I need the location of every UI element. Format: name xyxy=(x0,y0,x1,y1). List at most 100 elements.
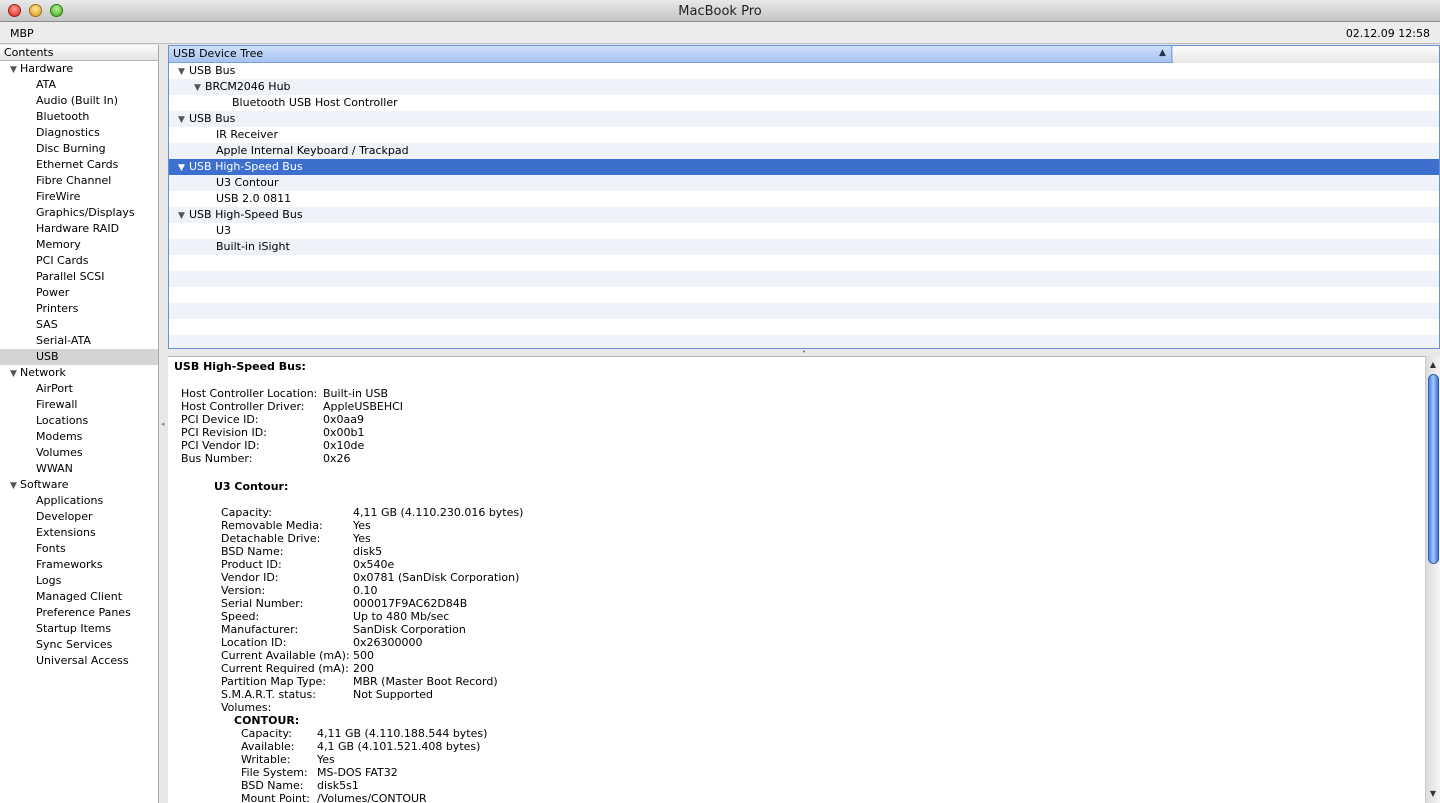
sidebar-item[interactable]: Developer xyxy=(0,509,158,525)
sidebar-item[interactable]: Parallel SCSI xyxy=(0,269,158,285)
sidebar-item[interactable]: Memory xyxy=(0,237,158,253)
tree-row[interactable]: ▼ BRCM2046 Hub xyxy=(169,79,1439,95)
sidebar-item[interactable]: Diagnostics xyxy=(0,125,158,141)
sidebar-item[interactable]: Fibre Channel xyxy=(0,173,158,189)
property-row: BSD Name: disk5s1 xyxy=(241,779,841,792)
disclosure-triangle-icon[interactable]: ▼ xyxy=(10,478,20,494)
disclosure-triangle-icon[interactable]: ▼ xyxy=(10,366,20,382)
detail-scrollbar[interactable]: ▲ ▼ xyxy=(1425,356,1440,803)
tree-row[interactable]: IR Receiver xyxy=(169,127,1439,143)
tree-row-label: USB Bus xyxy=(189,112,236,125)
sidebar-item[interactable]: Bluetooth xyxy=(0,109,158,125)
sidebar-item[interactable]: WWAN xyxy=(0,461,158,477)
property-row: Removable Media: Yes xyxy=(221,519,821,532)
splitter-dot-icon[interactable]: • xyxy=(802,348,806,356)
sidebar-category[interactable]: ▼ Software xyxy=(0,477,158,493)
tree-header: USB Device Tree ▲ xyxy=(169,46,1439,63)
sidebar-item-label: Hardware xyxy=(20,62,74,75)
sidebar-item[interactable]: Disc Burning xyxy=(0,141,158,157)
tree-row[interactable]: U3 xyxy=(169,223,1439,239)
property-value: 4,11 GB (4.110.188.544 bytes) xyxy=(317,727,488,740)
sidebar-item-label: PCI Cards xyxy=(36,254,89,267)
scroll-thumb[interactable] xyxy=(1428,374,1439,564)
tree-row[interactable] xyxy=(169,335,1439,348)
tree-row[interactable]: Apple Internal Keyboard / Trackpad xyxy=(169,143,1439,159)
sidebar-category[interactable]: ▼ Network xyxy=(0,365,158,381)
sidebar-item[interactable]: USB xyxy=(0,349,158,365)
sidebar-item[interactable]: Startup Items xyxy=(0,621,158,637)
sidebar-item[interactable]: Power xyxy=(0,285,158,301)
disclosure-triangle-icon[interactable]: ▼ xyxy=(178,160,189,176)
sidebar-item[interactable]: Fonts xyxy=(0,541,158,557)
property-value: 0x10de xyxy=(323,439,365,452)
sidebar-item[interactable]: Applications xyxy=(0,493,158,509)
sidebar-header[interactable]: Contents xyxy=(0,45,158,61)
sidebar-item[interactable]: Ethernet Cards xyxy=(0,157,158,173)
sidebar-item[interactable]: Preference Panes xyxy=(0,605,158,621)
sidebar-item[interactable]: FireWire xyxy=(0,189,158,205)
tree-row-label: USB High-Speed Bus xyxy=(189,208,303,221)
disclosure-triangle-icon[interactable]: ▼ xyxy=(178,112,189,128)
property-key: Version: xyxy=(221,584,266,597)
tree-row[interactable]: Built-in iSight xyxy=(169,239,1439,255)
sidebar-item[interactable]: Modems xyxy=(0,429,158,445)
property-value: MS-DOS FAT32 xyxy=(317,766,398,779)
sidebar-item[interactable]: PCI Cards xyxy=(0,253,158,269)
sidebar-item[interactable]: Sync Services xyxy=(0,637,158,653)
sidebar-item[interactable]: Firewall xyxy=(0,397,158,413)
tree-row[interactable]: ▼ USB Bus xyxy=(169,63,1439,79)
sidebar-item-label: Printers xyxy=(36,302,79,315)
tree-column-header[interactable]: USB Device Tree xyxy=(169,46,1172,63)
disclosure-triangle-icon[interactable]: ▼ xyxy=(10,62,20,78)
scroll-down-arrow-icon[interactable]: ▼ xyxy=(1426,787,1440,801)
tree-row[interactable]: ▼ USB High-Speed Bus xyxy=(169,159,1439,175)
disclosure-triangle-icon[interactable]: ▼ xyxy=(178,64,189,80)
sidebar-item[interactable]: AirPort xyxy=(0,381,158,397)
tree-row[interactable]: ▼ USB Bus xyxy=(169,111,1439,127)
tree-column-header-empty[interactable] xyxy=(1173,46,1439,63)
sidebar-item[interactable]: Logs xyxy=(0,573,158,589)
tree-column-label: USB Device Tree xyxy=(173,47,264,60)
disclosure-triangle-icon[interactable]: ▼ xyxy=(194,80,205,96)
sidebar-item-label: Power xyxy=(36,286,70,299)
sidebar-item[interactable]: Printers xyxy=(0,301,158,317)
sidebar-category[interactable]: ▼ Hardware xyxy=(0,61,158,77)
property-key: PCI Vendor ID: xyxy=(181,439,260,452)
property-value: 0x26 xyxy=(323,452,351,465)
splitter-grip-icon[interactable]: ◂ xyxy=(161,420,167,428)
sidebar-item[interactable]: Frameworks xyxy=(0,557,158,573)
sidebar-item[interactable]: SAS xyxy=(0,317,158,333)
tree-row[interactable]: USB 2.0 0811 xyxy=(169,191,1439,207)
scroll-up-arrow-icon[interactable]: ▲ xyxy=(1426,358,1440,372)
sidebar-item[interactable]: Managed Client xyxy=(0,589,158,605)
tree-row[interactable] xyxy=(169,255,1439,271)
sidebar-item-label: Modems xyxy=(36,430,83,443)
sidebar-item[interactable]: Audio (Built In) xyxy=(0,93,158,109)
sidebar-item[interactable]: Locations xyxy=(0,413,158,429)
contents-sidebar: Contents ▼ Hardware ATA Audio (Built In) Blu… xyxy=(0,45,159,803)
sidebar-item[interactable]: Hardware RAID xyxy=(0,221,158,237)
tree-row[interactable]: ▼ USB High-Speed Bus xyxy=(169,207,1439,223)
window-titlebar: MacBook Pro xyxy=(0,0,1440,22)
tree-row[interactable] xyxy=(169,303,1439,319)
property-key: Current Required (mA): xyxy=(221,662,349,675)
sidebar-item[interactable]: Serial-ATA xyxy=(0,333,158,349)
sidebar-item[interactable]: Volumes xyxy=(0,445,158,461)
tree-row[interactable] xyxy=(169,319,1439,335)
property-value: /Volumes/CONTOUR xyxy=(317,792,427,803)
sort-ascending-icon[interactable]: ▲ xyxy=(1159,48,1166,58)
disclosure-triangle-icon[interactable]: ▼ xyxy=(178,208,189,224)
tree-row[interactable]: Bluetooth USB Host Controller xyxy=(169,95,1439,111)
tree-row[interactable] xyxy=(169,287,1439,303)
sidebar-item-label: Firewall xyxy=(36,398,78,411)
tree-row[interactable] xyxy=(169,271,1439,287)
sidebar-item[interactable]: Graphics/Displays xyxy=(0,205,158,221)
property-row: Current Required (mA): 200 xyxy=(221,662,821,675)
property-key: Available: xyxy=(241,740,295,753)
sidebar-item[interactable]: Extensions xyxy=(0,525,158,541)
horizontal-splitter[interactable]: • xyxy=(168,349,1440,356)
property-row: Capacity: 4,11 GB (4.110.230.016 bytes) xyxy=(221,506,821,519)
tree-row[interactable]: U3 Contour xyxy=(169,175,1439,191)
sidebar-item[interactable]: Universal Access xyxy=(0,653,158,669)
sidebar-item[interactable]: ATA xyxy=(0,77,158,93)
